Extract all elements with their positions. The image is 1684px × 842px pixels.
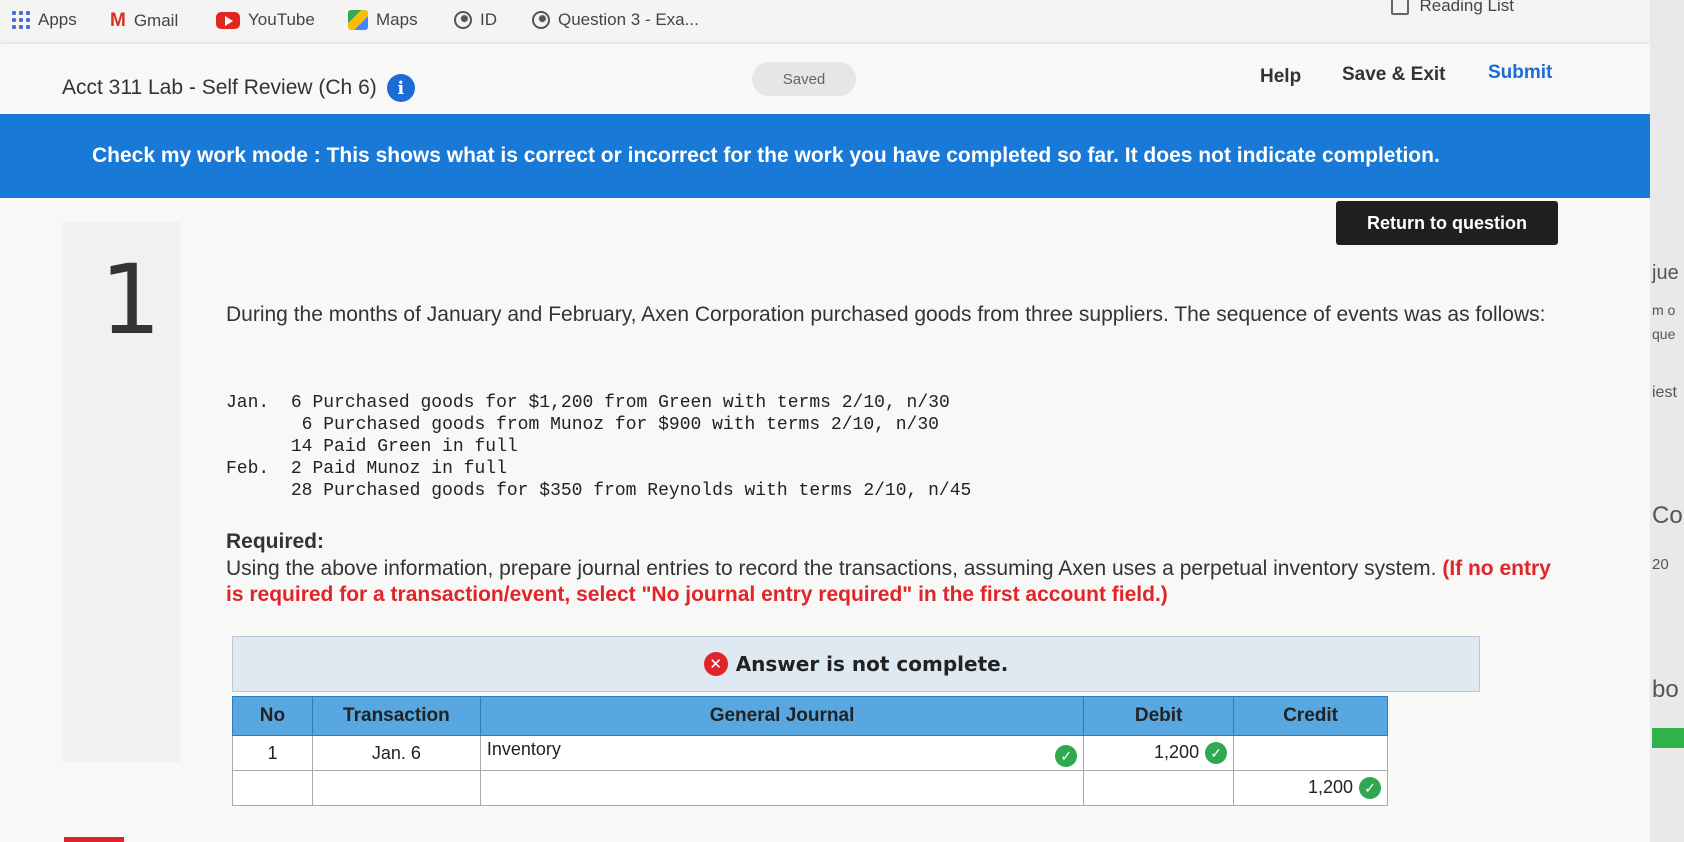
row-transaction bbox=[311, 770, 481, 806]
bottom-red-marker bbox=[64, 837, 124, 842]
row-debit-cell[interactable]: 1,200 ✓ bbox=[1083, 735, 1235, 771]
reading-list-icon bbox=[1391, 0, 1410, 15]
error-x-icon: ✕ bbox=[703, 652, 728, 676]
row-credit-cell[interactable]: 1,200 ✓ bbox=[1233, 770, 1388, 806]
event-text: Paid Munoz in full bbox=[312, 459, 507, 479]
check-work-banner: Check my work mode : This shows what is … bbox=[0, 114, 1650, 198]
bookmarks-bar: Apps M Gmail YouTube Maps ID Question 3 … bbox=[0, 0, 1684, 44]
bookmark-gmail[interactable]: M Gmail bbox=[110, 10, 178, 32]
bookmark-question3-label: Question 3 - Exa... bbox=[558, 10, 699, 29]
table-row: 1 Jan. 6 Inventory ✓ 1,200 ✓ bbox=[232, 735, 1388, 771]
required-heading: Required: bbox=[226, 530, 325, 553]
info-icon[interactable]: i bbox=[386, 74, 415, 102]
row-account-cell[interactable]: Inventory ✓ bbox=[479, 735, 1085, 771]
assignment-title-text: Acct 311 Lab - Self Review (Ch 6) bbox=[62, 76, 377, 99]
question-prompt: During the months of January and Februar… bbox=[226, 303, 1546, 326]
row-account-cell[interactable] bbox=[479, 770, 1085, 806]
side-fragment: jue bbox=[1652, 262, 1679, 284]
gmail-icon: M bbox=[110, 10, 126, 31]
row-credit: 1,200 bbox=[1307, 776, 1353, 797]
row-transaction: Jan. 6 bbox=[311, 735, 481, 771]
side-window-strip bbox=[1650, 0, 1684, 842]
globe-icon bbox=[454, 11, 472, 29]
bookmark-id-label: ID bbox=[480, 10, 497, 29]
event-text: Purchased goods from Munoz for $900 with… bbox=[323, 415, 939, 435]
submit-button[interactable]: Submit bbox=[1488, 62, 1552, 84]
table-header-row: No Transaction General Journal Debit Cre… bbox=[232, 696, 1388, 736]
reading-list[interactable]: Reading List bbox=[1391, 0, 1514, 16]
required-text: Using the above information, prepare jou… bbox=[226, 556, 1556, 608]
event-day: 6 bbox=[290, 393, 302, 413]
bookmark-maps[interactable]: Maps bbox=[348, 10, 418, 30]
side-fragment: Cor bbox=[1652, 502, 1684, 529]
event-day: 6 bbox=[301, 415, 313, 435]
required-instructions: Using the above information, prepare jou… bbox=[226, 557, 1437, 580]
row-no bbox=[232, 770, 313, 806]
saved-status: Saved bbox=[752, 62, 856, 96]
side-fragment: m o bbox=[1652, 302, 1676, 318]
event-month: Jan. bbox=[226, 393, 270, 413]
bookmark-id[interactable]: ID bbox=[454, 10, 497, 30]
column-header-debit: Debit bbox=[1083, 696, 1235, 736]
event-month: Feb. bbox=[226, 459, 270, 479]
bookmark-youtube[interactable]: YouTube bbox=[216, 10, 315, 30]
question-number: 1 bbox=[100, 244, 162, 356]
side-fragment: iest bbox=[1652, 384, 1677, 401]
youtube-icon bbox=[216, 11, 240, 29]
journal-table: No Transaction General Journal Debit Cre… bbox=[232, 696, 1388, 806]
row-account: Inventory bbox=[486, 739, 561, 759]
globe-icon bbox=[532, 11, 550, 29]
answer-status-box: ✕ Answer is not complete. bbox=[232, 636, 1480, 692]
help-button[interactable]: Help bbox=[1260, 66, 1301, 88]
return-to-question-button[interactable]: Return to question bbox=[1336, 201, 1558, 245]
assignment-title: Acct 311 Lab - Self Review (Ch 6) i bbox=[62, 74, 415, 102]
maps-icon bbox=[348, 10, 368, 30]
check-icon: ✓ bbox=[1359, 777, 1381, 800]
column-header-no: No bbox=[232, 696, 313, 736]
side-green-marker bbox=[1652, 728, 1684, 748]
event-day: 2 bbox=[290, 459, 302, 479]
bookmark-apps-label: Apps bbox=[38, 10, 77, 29]
side-fragment: 20 bbox=[1652, 556, 1669, 573]
main-page: Acct 311 Lab - Self Review (Ch 6) i Save… bbox=[0, 44, 1650, 842]
bookmark-apps[interactable]: Apps bbox=[12, 10, 77, 30]
column-header-transaction: Transaction bbox=[311, 696, 481, 736]
table-row: 1,200 ✓ bbox=[232, 770, 1388, 806]
event-list: Jan. 6 Purchased goods for $1,200 from G… bbox=[226, 392, 971, 502]
bookmark-gmail-label: Gmail bbox=[133, 11, 179, 30]
bookmark-question3[interactable]: Question 3 - Exa... bbox=[532, 10, 699, 30]
app-header: Acct 311 Lab - Self Review (Ch 6) i Save… bbox=[0, 44, 1650, 112]
event-text: Purchased goods for $1,200 from Green wi… bbox=[312, 393, 950, 413]
bookmark-maps-label: Maps bbox=[376, 10, 418, 29]
row-no: 1 bbox=[232, 735, 313, 771]
bookmark-youtube-label: YouTube bbox=[248, 10, 315, 29]
column-header-credit: Credit bbox=[1233, 696, 1388, 736]
answer-status-text: Answer is not complete. bbox=[735, 652, 1009, 676]
side-fragment: que bbox=[1652, 326, 1676, 342]
event-text: Paid Green in full bbox=[323, 437, 518, 457]
column-header-general-journal: General Journal bbox=[479, 696, 1085, 736]
row-debit: 1,200 bbox=[1154, 741, 1200, 762]
row-debit-cell[interactable] bbox=[1083, 770, 1235, 806]
row-credit-cell[interactable] bbox=[1233, 735, 1388, 771]
event-text: Purchased goods for $350 from Reynolds w… bbox=[323, 481, 972, 501]
check-icon: ✓ bbox=[1055, 745, 1078, 767]
save-exit-button[interactable]: Save & Exit bbox=[1342, 64, 1446, 86]
event-day: 14 bbox=[290, 437, 313, 457]
reading-list-label: Reading List bbox=[1419, 0, 1514, 15]
event-day: 28 bbox=[290, 481, 313, 501]
apps-grid-icon bbox=[12, 11, 30, 29]
side-fragment: bo bbox=[1652, 676, 1679, 703]
check-icon: ✓ bbox=[1205, 742, 1228, 765]
